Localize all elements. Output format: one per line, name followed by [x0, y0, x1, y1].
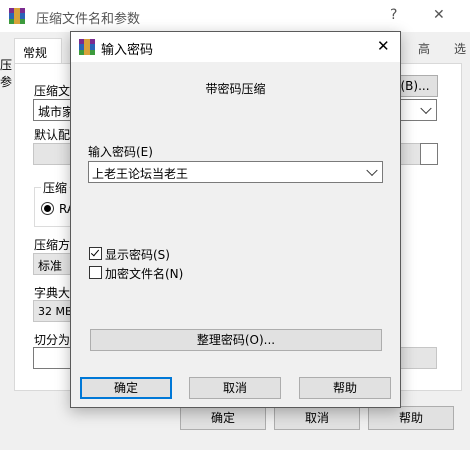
rar-radio[interactable] [41, 202, 54, 215]
parent-help-button[interactable]: ? [390, 7, 397, 23]
parent-edge-label: 参 [0, 75, 13, 89]
show-password-label: 显示密码(S) [105, 248, 170, 262]
parent-cancel-button[interactable]: 取消 [274, 406, 360, 430]
encrypt-names-label: 加密文件名(N) [105, 267, 184, 281]
tab-general-label: 常规 [23, 46, 48, 60]
parent-title-bar: 压缩文件名和参数 ? ✕ [0, 0, 470, 32]
parent-help-label: 帮助 [398, 411, 423, 425]
dialog-cancel-label: 取消 [222, 381, 247, 395]
split-label: 切分为 [34, 333, 71, 347]
dict-value: 32 MB [38, 305, 73, 318]
parent-ok-label: 确定 [210, 411, 235, 425]
parent-edge-label: 压 [0, 58, 13, 72]
right-option-field[interactable] [420, 143, 438, 165]
password-input[interactable]: 上老王论坛当老王 [88, 161, 383, 183]
radio-dot-icon [44, 205, 51, 212]
parent-close-button[interactable]: ✕ [433, 7, 445, 23]
dialog-title: 输入密码 [101, 43, 154, 58]
winrar-icon [9, 8, 25, 24]
dialog-ok-label: 确定 [113, 381, 138, 395]
chevron-down-icon [366, 164, 378, 177]
password-value: 上老王论坛当老王 [92, 167, 189, 181]
password-label: 输入密码(E) [88, 145, 153, 159]
parent-cancel-label: 取消 [304, 411, 329, 425]
dialog-help-label: 帮助 [332, 381, 357, 395]
tab-advanced[interactable]: 高 [418, 40, 430, 57]
parent-title: 压缩文件名和参数 [36, 12, 141, 27]
password-dialog: 输入密码 ✕ 带密码压缩 输入密码(E) 上老王论坛当老王 显示密码(S) 加密… [70, 31, 401, 408]
dialog-cancel-button[interactable]: 取消 [189, 377, 281, 399]
organize-passwords-button[interactable]: 整理密码(O)... [90, 329, 382, 351]
chevron-down-icon [420, 102, 432, 115]
dict-label: 字典大 [34, 286, 71, 300]
dialog-close-button[interactable]: ✕ [377, 37, 390, 55]
method-label: 压缩方 [34, 238, 71, 252]
method-value: 标准 [38, 259, 63, 273]
dialog-title-bar: 输入密码 ✕ [71, 32, 400, 62]
tab-options[interactable]: 选 [454, 40, 466, 57]
encrypt-names-checkbox[interactable] [89, 266, 102, 279]
dialog-subtitle: 带密码压缩 [205, 82, 266, 96]
archive-name-label: 压缩文 [34, 84, 71, 98]
parent-help-btn[interactable]: 帮助 [368, 406, 454, 430]
default-profile-label: 默认配 [34, 128, 71, 142]
dialog-help-button[interactable]: 帮助 [299, 377, 391, 399]
tab-general[interactable]: 常规 [14, 38, 62, 64]
show-password-checkbox[interactable] [89, 247, 102, 260]
organize-passwords-label: 整理密码(O)... [196, 333, 276, 347]
format-group-label: 压缩 [41, 179, 70, 196]
checkmark-icon [90, 247, 100, 257]
winrar-icon [79, 39, 95, 55]
archive-name-value: 城市家 [38, 105, 75, 119]
parent-ok-button[interactable]: 确定 [180, 406, 266, 430]
browse-button-label: (B)... [400, 79, 430, 93]
dialog-ok-button[interactable]: 确定 [80, 377, 172, 399]
